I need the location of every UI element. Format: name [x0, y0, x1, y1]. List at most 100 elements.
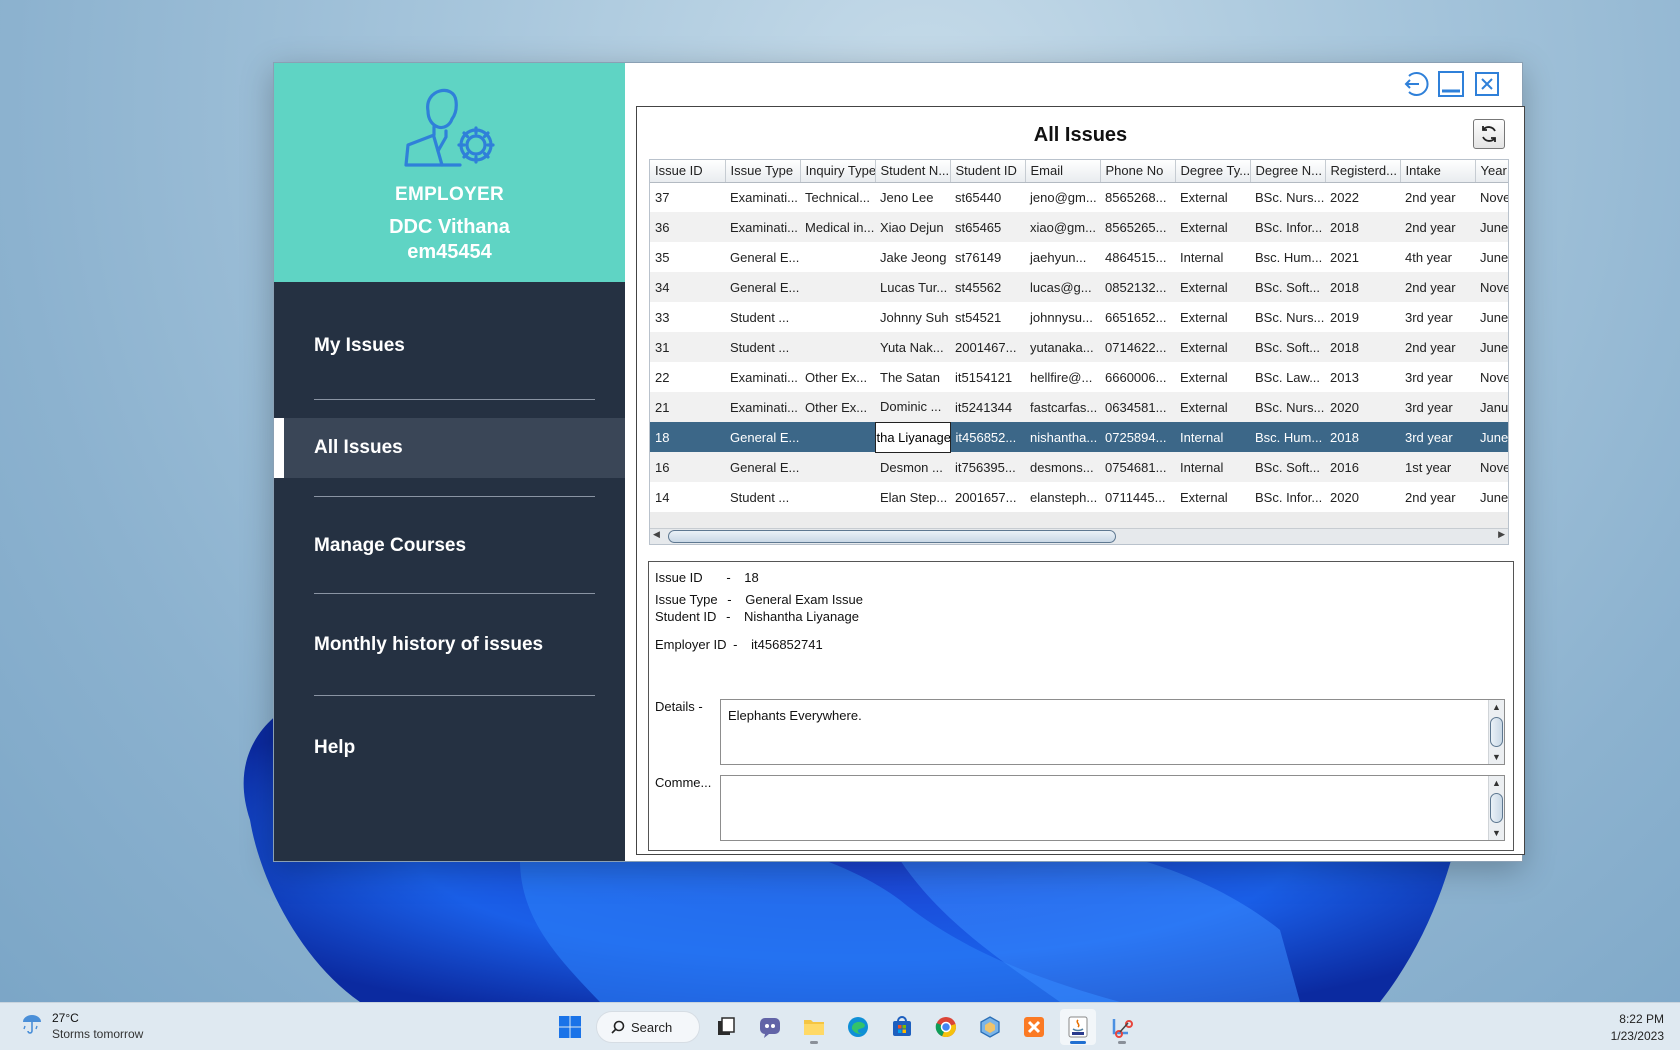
scrollbar-thumb[interactable] [668, 530, 1116, 543]
column-header[interactable]: Intake [1400, 160, 1476, 183]
table-cell[interactable]: Medical in... [800, 212, 875, 242]
table-cell[interactable]: 0725894... [1100, 422, 1175, 452]
table-cell[interactable]: 2nd year [1400, 332, 1475, 362]
table-cell[interactable]: st54521 [950, 302, 1025, 332]
scroll-right-icon[interactable]: ▶ [1498, 530, 1505, 540]
table-cell[interactable]: Examinati... [725, 392, 800, 422]
table-cell[interactable]: Nove [1475, 272, 1508, 302]
table-cell[interactable]: Yuta Nak... [875, 332, 950, 362]
table-cell[interactable]: Lucas Tur... [875, 272, 950, 302]
table-cell[interactable]: it5154121 [950, 362, 1025, 392]
table-cell[interactable]: Jake Jeong [875, 242, 950, 272]
table-cell[interactable]: Desmon ... [875, 452, 950, 482]
table-cell[interactable]: Internal [1175, 452, 1250, 482]
table-cell[interactable]: nishantha... [1025, 422, 1100, 452]
table-cell[interactable]: 0634581... [1100, 392, 1175, 422]
table-cell[interactable]: xiao@gm... [1025, 212, 1100, 242]
table-cell[interactable]: BSc. Nurs... [1250, 302, 1325, 332]
table-cell[interactable]: 8565265... [1100, 212, 1175, 242]
table-cell[interactable]: Nove [1475, 452, 1508, 482]
column-header[interactable]: Student N... [875, 160, 951, 183]
column-header[interactable]: Issue Type [725, 160, 801, 183]
table-cell[interactable]: 2013 [1325, 362, 1400, 392]
teams-chat-button[interactable] [752, 1009, 788, 1045]
table-cell[interactable]: 6651652... [1100, 302, 1175, 332]
table-cell[interactable]: Student ... [725, 332, 800, 362]
refresh-button[interactable] [1473, 119, 1505, 149]
table-cell[interactable]: 2018 [1325, 332, 1400, 362]
table-cell[interactable]: 4864515... [1100, 242, 1175, 272]
table-cell[interactable]: Johnny Suh [875, 302, 950, 332]
table-cell[interactable]: 2018 [1325, 422, 1400, 452]
table-cell[interactable] [800, 422, 875, 452]
scroll-down-icon[interactable]: ▼ [1492, 752, 1501, 762]
column-header[interactable]: Issue ID [650, 160, 726, 183]
table-cell[interactable]: 2nd year [1400, 272, 1475, 302]
details-textarea[interactable]: Elephants Everywhere. ▲ ▼ [720, 699, 1505, 765]
table-cell[interactable]: General E... [725, 422, 800, 452]
column-header[interactable]: Email [1025, 160, 1101, 183]
table-cell[interactable]: External [1175, 302, 1250, 332]
table-cell[interactable]: External [1175, 182, 1250, 212]
table-cell[interactable]: Janua [1475, 392, 1508, 422]
table-cell[interactable]: 8565268... [1100, 182, 1175, 212]
column-header[interactable]: Inquiry Type [800, 160, 876, 183]
table-cell[interactable]: Examinati... [725, 212, 800, 242]
chrome-button[interactable] [928, 1009, 964, 1045]
table-cell[interactable]: 16 [650, 452, 725, 482]
table-cell[interactable]: 34 [650, 272, 725, 302]
scrollbar-thumb[interactable] [1490, 717, 1503, 747]
table-cell[interactable]: 36 [650, 212, 725, 242]
table-cell[interactable]: 33 [650, 302, 725, 332]
column-header[interactable]: Degree N... [1250, 160, 1326, 183]
table-row[interactable]: 37 Examinati... Technical... Jeno Lee st6544… [650, 182, 1508, 212]
table-row[interactable]: 35 General E... Jake Jeong st76149 jaehyun..… [650, 242, 1508, 272]
table-cell[interactable]: BSc. Infor... [1250, 482, 1325, 512]
table-cell[interactable]: 0711445... [1100, 482, 1175, 512]
table-cell[interactable]: June [1475, 482, 1508, 512]
table-row[interactable]: 14 Student ... Elan Step... 2001657... elans… [650, 482, 1508, 512]
table-cell[interactable] [800, 332, 875, 362]
table-cell[interactable]: 18 [650, 422, 725, 452]
table-cell[interactable]: 21 [650, 392, 725, 422]
table-cell[interactable] [800, 452, 875, 482]
table-cell[interactable]: Student ... [725, 482, 800, 512]
sidebar-item-manage-courses[interactable]: Manage Courses [314, 496, 595, 594]
table-cell[interactable]: External [1175, 332, 1250, 362]
table-cell[interactable]: desmons... [1025, 452, 1100, 482]
table-row[interactable]: 36 Examinati... Medical in... Xiao Dejun st6… [650, 212, 1508, 242]
table-cell[interactable]: The Satan [875, 362, 950, 392]
table-row[interactable]: 34 General E... Lucas Tur... st45562 lucas@g… [650, 272, 1508, 302]
table-cell[interactable]: it5241344 [950, 392, 1025, 422]
table-cell[interactable]: Bsc. Hum... [1250, 242, 1325, 272]
table-cell[interactable]: 0754681... [1100, 452, 1175, 482]
column-header[interactable]: Phone No [1100, 160, 1176, 183]
table-cell[interactable]: 0714622... [1100, 332, 1175, 362]
table-row[interactable]: 22 Examinati... Other Ex... The Satan it5154… [650, 362, 1508, 392]
vertical-scrollbar[interactable]: ▲ ▼ [1488, 776, 1504, 840]
vertical-scrollbar[interactable]: ▲ ▼ [1488, 700, 1504, 764]
table-cell[interactable]: Dominic ... [875, 392, 950, 422]
table-cell[interactable]: June [1475, 212, 1508, 242]
table-cell[interactable]: lucas@g... [1025, 272, 1100, 302]
scrollbar-thumb[interactable] [1490, 793, 1503, 823]
table-cell[interactable]: 1st year [1400, 452, 1475, 482]
table-cell[interactable] [800, 242, 875, 272]
table-cell[interactable]: BSc. Law... [1250, 362, 1325, 392]
sidebar-item-all-issues[interactable]: All Issues [274, 418, 625, 478]
column-header[interactable]: Student ID [950, 160, 1026, 183]
logout-button[interactable] [1400, 69, 1430, 99]
table-cell[interactable]: Nove [1475, 182, 1508, 212]
table-cell[interactable]: johnnysu... [1025, 302, 1100, 332]
table-cell[interactable]: 37 [650, 182, 725, 212]
scroll-up-icon[interactable]: ▲ [1492, 702, 1501, 712]
table-cell[interactable]: Other Ex... [800, 362, 875, 392]
table-cell[interactable]: 2nd year [1400, 212, 1475, 242]
table-cell[interactable]: 2nd year [1400, 482, 1475, 512]
table-cell[interactable]: June [1475, 242, 1508, 272]
table-cell[interactable]: 3rd year [1400, 302, 1475, 332]
close-button[interactable] [1472, 69, 1502, 99]
table-cell[interactable]: Student ... [725, 302, 800, 332]
table-cell[interactable]: elansteph... [1025, 482, 1100, 512]
table-cell[interactable]: External [1175, 482, 1250, 512]
